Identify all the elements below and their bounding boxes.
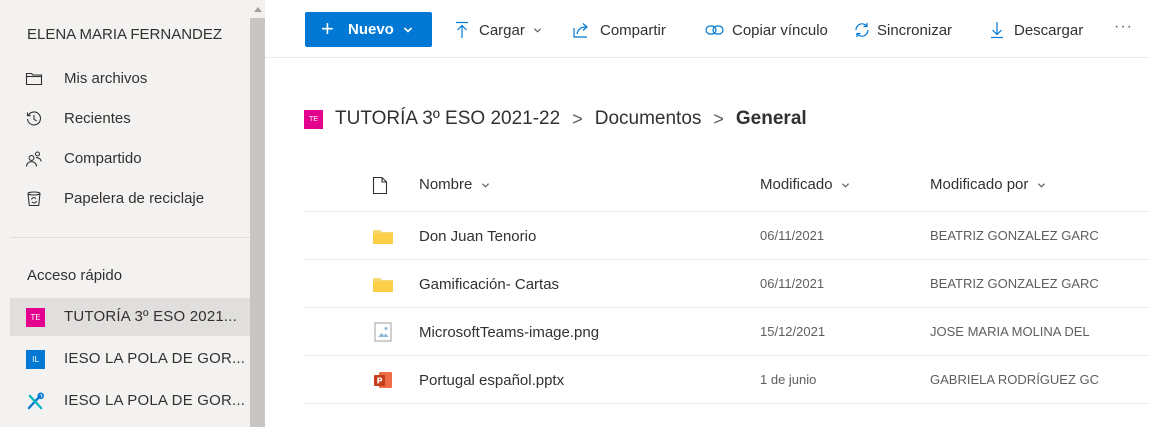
breadcrumb-current: General xyxy=(735,108,807,129)
file-name[interactable]: Gamificación- Cartas xyxy=(419,276,559,293)
modified-by: GABRIELA RODRÍGUEZ GC xyxy=(930,372,1100,387)
column-header-name-label: Nombre xyxy=(419,176,473,193)
breadcrumb-site[interactable]: TUTORÍA 3º ESO 2021-22 xyxy=(335,108,560,130)
file-name[interactable]: MicrosoftTeams-image.png xyxy=(419,324,599,341)
table-row[interactable]: Gamificación- Cartas 06/11/2021 BEATRIZ … xyxy=(304,260,1149,308)
share-icon xyxy=(573,23,588,38)
user-name: ELENA MARIA FERNANDEZ xyxy=(27,26,223,43)
breadcrumb: TE TUTORÍA 3º ESO 2021-22 > Documentos >… xyxy=(304,106,807,132)
tools-icon xyxy=(27,392,45,410)
share-label: Compartir xyxy=(600,21,666,39)
image-file-icon xyxy=(374,322,392,342)
svg-text:P: P xyxy=(377,377,383,386)
folder-icon xyxy=(373,230,393,244)
site-badge: TE xyxy=(304,109,323,129)
modified-by: BEATRIZ GONZALEZ GARC xyxy=(930,228,1099,243)
breadcrumb-separator: > xyxy=(713,108,724,129)
upload-button[interactable]: Cargar xyxy=(455,18,542,42)
nav-item-label: Compartido xyxy=(64,150,142,167)
quick-access-label: IESO LA POLA DE GOR... xyxy=(64,392,246,409)
column-header-name[interactable]: Nombre xyxy=(419,176,490,193)
upload-icon xyxy=(456,21,468,38)
sync-button[interactable]: Sincronizar xyxy=(853,18,952,42)
column-header-modified-label: Modificado xyxy=(760,176,833,193)
scroll-up-icon[interactable] xyxy=(250,0,265,18)
column-header-modified-by[interactable]: Modificado por xyxy=(930,176,1046,193)
file-type-icon[interactable] xyxy=(372,176,388,195)
quick-access-title: Acceso rápido xyxy=(27,267,123,284)
copy-link-label: Copiar vínculo xyxy=(732,21,828,39)
quick-access-item-ieso-1[interactable]: IL IESO LA POLA DE GOR... xyxy=(10,340,250,378)
nav-item-recent[interactable]: Recientes xyxy=(0,100,250,138)
modified-by: JOSE MARIA MOLINA DEL xyxy=(930,324,1090,339)
nav-item-label: Papelera de reciclaje xyxy=(64,190,205,207)
sync-label: Sincronizar xyxy=(877,21,953,39)
chevron-down-icon xyxy=(481,182,489,188)
quick-access-item-tutoria[interactable]: TE TUTORÍA 3º ESO 2021... xyxy=(10,298,250,336)
quick-access-item-ieso-2[interactable]: IESO LA POLA DE GOR... xyxy=(10,382,250,420)
file-name[interactable]: Portugal español.pptx xyxy=(419,372,564,389)
copy-link-button[interactable]: Copiar vínculo xyxy=(705,18,828,42)
nav-item-label: Mis archivos xyxy=(64,70,148,87)
table-row[interactable]: P Portugal español.pptx 1 de junio GABRI… xyxy=(304,356,1149,404)
people-icon xyxy=(25,151,42,167)
nav-item-label: Recientes xyxy=(64,110,131,127)
site-badge: TE xyxy=(26,308,45,327)
breadcrumb-library[interactable]: Documentos xyxy=(595,108,702,130)
divider xyxy=(10,237,250,238)
sidebar-scrollbar[interactable] xyxy=(250,0,265,427)
breadcrumb-separator: > xyxy=(572,108,583,129)
new-button[interactable]: + Nuevo xyxy=(305,12,432,47)
chevron-down-icon xyxy=(403,27,413,33)
modified-date: 06/11/2021 xyxy=(760,276,825,291)
plus-icon: + xyxy=(321,16,334,41)
command-bar: + Nuevo Cargar Compartir Copiar vínculo … xyxy=(265,0,1149,58)
upload-label: Cargar xyxy=(479,21,525,39)
modified-by: BEATRIZ GONZALEZ GARC xyxy=(930,276,1099,291)
sidebar: ELENA MARIA FERNANDEZ Mis archivos Recie… xyxy=(0,0,265,427)
table-row[interactable]: Don Juan Tenorio 06/11/2021 BEATRIZ GONZ… xyxy=(304,212,1149,260)
download-button[interactable]: Descargar xyxy=(990,18,1083,42)
chevron-down-icon xyxy=(533,27,541,33)
nav-item-my-files[interactable]: Mis archivos xyxy=(0,60,250,98)
column-header-modified[interactable]: Modificado xyxy=(760,176,850,193)
file-name[interactable]: Don Juan Tenorio xyxy=(419,228,536,245)
more-options-icon[interactable]: ··· xyxy=(1114,18,1133,36)
folder-icon xyxy=(25,72,43,86)
modified-date: 15/12/2021 xyxy=(760,324,826,339)
list-header: Nombre Modificado Modificado por xyxy=(304,162,1149,212)
sync-icon xyxy=(855,23,869,37)
chevron-down-icon xyxy=(841,182,849,188)
chevron-down-icon xyxy=(1037,182,1045,188)
download-label: Descargar xyxy=(1014,21,1084,39)
history-icon xyxy=(26,111,41,126)
modified-date: 1 de junio xyxy=(760,372,817,387)
modified-date: 06/11/2021 xyxy=(760,228,825,243)
nav-item-shared[interactable]: Compartido xyxy=(0,140,250,178)
quick-access-label: IESO LA POLA DE GOR... xyxy=(64,350,246,367)
nav-item-recycle-bin[interactable]: Papelera de reciclaje xyxy=(0,180,250,218)
download-icon xyxy=(991,22,1003,39)
link-icon xyxy=(705,25,724,35)
powerpoint-file-icon: P xyxy=(374,372,392,388)
column-header-modified-by-label: Modificado por xyxy=(930,176,1029,193)
site-badge: IL xyxy=(26,350,45,369)
folder-icon xyxy=(373,278,393,292)
quick-access-label: TUTORÍA 3º ESO 2021... xyxy=(64,308,238,325)
table-row[interactable]: MicrosoftTeams-image.png 15/12/2021 JOSE… xyxy=(304,308,1149,356)
new-button-label: Nuevo xyxy=(348,21,394,38)
share-button[interactable]: Compartir xyxy=(573,18,666,42)
recycle-bin-icon xyxy=(27,191,41,207)
